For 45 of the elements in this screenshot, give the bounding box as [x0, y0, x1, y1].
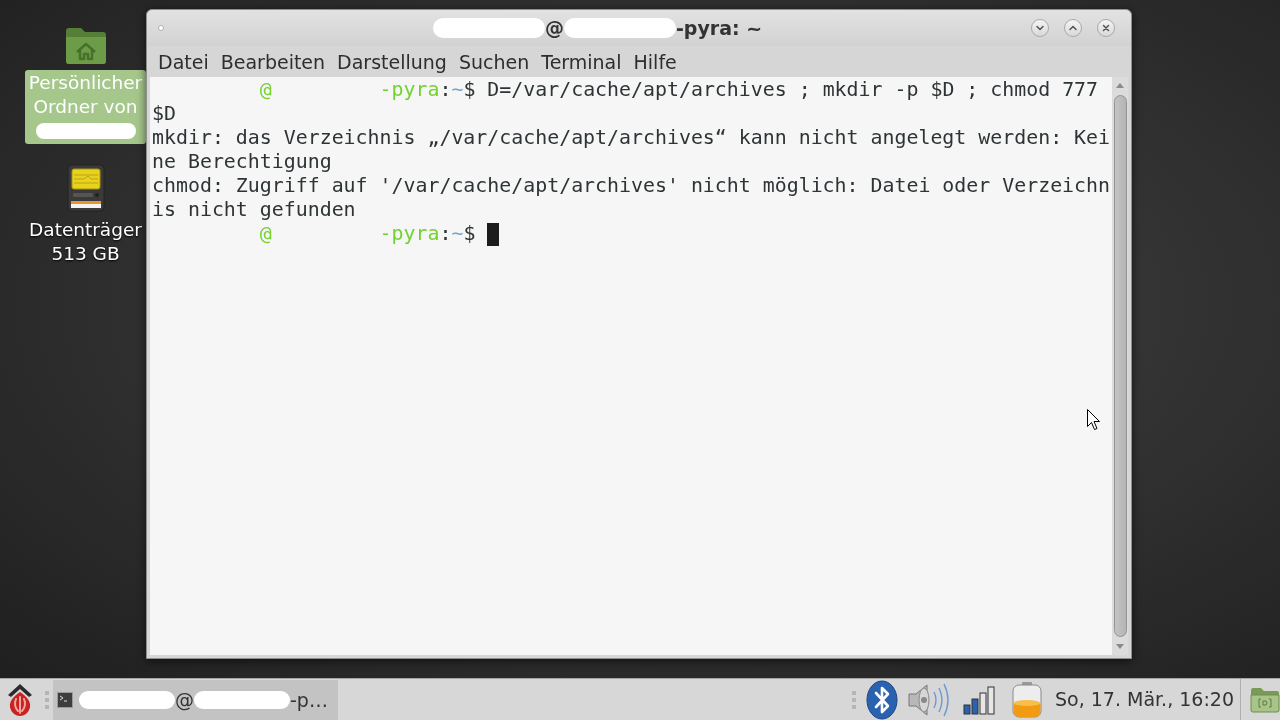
chevron-up-icon	[1069, 24, 1077, 32]
output-text: $D	[152, 102, 176, 126]
menu-item[interactable]: Datei	[152, 48, 215, 75]
task-title: -p…	[290, 687, 328, 713]
close-button[interactable]	[1097, 19, 1115, 37]
menu-item[interactable]: Bearbeiten	[214, 48, 332, 75]
home-folder-icon[interactable]	[63, 25, 108, 65]
chevron-down-icon	[1036, 24, 1044, 32]
mouse-pointer-icon	[1087, 409, 1100, 430]
icon-label: Datenträger 513 GB	[29, 218, 142, 266]
menu-item[interactable]: Suchen	[452, 48, 536, 75]
taskbar-task[interactable]: @ -p…	[53, 680, 338, 720]
window-title: @	[544, 15, 564, 41]
drag-handle-icon[interactable]	[852, 690, 856, 709]
task-title: @	[175, 687, 194, 713]
bluetooth-icon[interactable]	[866, 679, 898, 720]
window-title: -pyra: ~	[675, 15, 763, 41]
window-menu-icon[interactable]	[158, 25, 164, 31]
prompt-text: -pyra:~$	[379, 222, 476, 246]
terminal-icon	[57, 692, 73, 708]
output-text: mkdir: das Verzeichnis „/var/cache/apt/archives“ kann nicht angelegt werden: Kei	[152, 126, 1110, 150]
clock[interactable]: So, 17. Mär., 16:20	[1055, 685, 1234, 714]
maximize-button[interactable]	[1064, 19, 1082, 37]
output-text: chmod: Zugriff auf '/var/cache/apt/archives' nicht möglich: Datei oder Verzeichn	[152, 174, 1110, 198]
minimize-button[interactable]	[1031, 19, 1049, 37]
prompt-text: @	[259, 78, 272, 102]
icon-label: Persönlicher Ordner von	[28, 71, 143, 119]
output-text: is nicht gefunden	[152, 198, 356, 222]
command-text: D=/var/cache/apt/archives ; mkdir -p $D ; chmod 777	[487, 78, 1099, 102]
drive-icon[interactable]	[66, 164, 105, 212]
prompt-text: -pyra:~$	[379, 78, 476, 102]
scrollbar[interactable]	[1112, 77, 1128, 655]
scroll-down-icon[interactable]	[1116, 644, 1124, 649]
scrollbar-thumb[interactable]	[1113, 95, 1127, 637]
battery-icon[interactable]	[1011, 680, 1043, 719]
folder-icon[interactable]	[1250, 686, 1280, 713]
close-icon	[1102, 24, 1110, 32]
menu-item[interactable]: Darstellung	[331, 48, 453, 75]
menu-item[interactable]: Terminal	[535, 48, 628, 75]
output-text: ne Berechtigung	[152, 150, 332, 174]
prompt-text: @	[259, 222, 272, 246]
scroll-up-icon[interactable]	[1116, 83, 1124, 88]
signal-bars-icon[interactable]	[963, 684, 997, 715]
drag-handle-icon[interactable]	[45, 690, 49, 709]
menu-item[interactable]: Hilfe	[627, 48, 683, 75]
